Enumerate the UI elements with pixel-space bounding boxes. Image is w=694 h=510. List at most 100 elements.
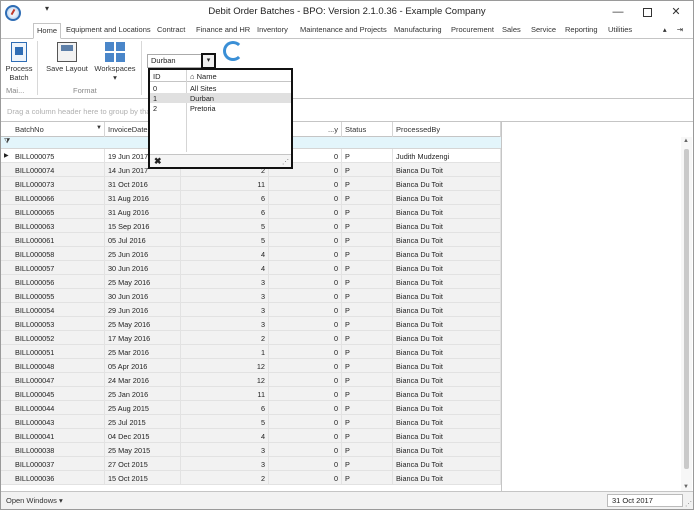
cell-count[interactable]: 3 bbox=[181, 317, 269, 331]
cell-status[interactable]: P bbox=[342, 345, 393, 359]
site-combo-dropdown-button[interactable]: ▾ bbox=[201, 53, 216, 69]
cell-count[interactable]: 2 bbox=[181, 471, 269, 485]
cell-invoicedate[interactable]: 15 Sep 2016 bbox=[105, 219, 181, 233]
table-row[interactable]: BILL000052 17 May 2016 2 0 P Bianca Du Toit bbox=[1, 331, 501, 345]
cell-processedby[interactable]: Bianca Du Toit bbox=[393, 191, 501, 205]
cell-invoicedate[interactable]: 31 Aug 2016 bbox=[105, 205, 181, 219]
cell-batchno[interactable]: BILL000075 bbox=[1, 149, 105, 163]
cell-invoicedate[interactable]: 31 Aug 2016 bbox=[105, 191, 181, 205]
cell-batchno[interactable]: BILL000036 bbox=[1, 471, 105, 485]
cell-status[interactable]: P bbox=[342, 261, 393, 275]
cell-quantity[interactable]: 0 bbox=[269, 401, 342, 415]
cell-count[interactable]: 6 bbox=[181, 401, 269, 415]
cell-processedby[interactable]: Bianca Du Toit bbox=[393, 345, 501, 359]
maximize-button[interactable] bbox=[635, 4, 659, 20]
table-row[interactable]: BILL000053 25 May 2016 3 0 P Bianca Du Toit bbox=[1, 317, 501, 331]
tab-sales[interactable]: Sales bbox=[502, 25, 521, 39]
cell-count[interactable]: 3 bbox=[181, 443, 269, 457]
table-row[interactable]: BILL000073 31 Oct 2016 11 0 P Bianca Du Toit bbox=[1, 177, 501, 191]
table-row[interactable]: BILL000054 29 Jun 2016 3 0 P Bianca Du Toit bbox=[1, 303, 501, 317]
cell-processedby[interactable]: Bianca Du Toit bbox=[393, 219, 501, 233]
popup-column-id[interactable]: ID bbox=[153, 72, 161, 81]
cell-count[interactable]: 4 bbox=[181, 247, 269, 261]
ribbon-collapse-controls[interactable]: ▴ ⇥ bbox=[663, 25, 687, 34]
popup-column-name[interactable]: ⌂ Name bbox=[190, 72, 217, 81]
cell-count[interactable]: 6 bbox=[181, 191, 269, 205]
cell-invoicedate[interactable]: 31 Oct 2016 bbox=[105, 177, 181, 191]
cell-status[interactable]: P bbox=[342, 317, 393, 331]
cell-processedby[interactable]: Bianca Du Toit bbox=[393, 289, 501, 303]
scroll-down-arrow[interactable]: ▼ bbox=[683, 484, 689, 490]
cell-processedby[interactable]: Bianca Du Toit bbox=[393, 429, 501, 443]
table-row[interactable]: BILL000043 25 Jul 2015 5 0 P Bianca Du Toit bbox=[1, 415, 501, 429]
tab-contract[interactable]: Contract bbox=[157, 25, 185, 39]
cell-status[interactable]: P bbox=[342, 471, 393, 485]
cell-quantity[interactable]: 0 bbox=[269, 275, 342, 289]
cell-processedby[interactable]: Bianca Du Toit bbox=[393, 303, 501, 317]
cell-invoicedate[interactable]: 25 May 2016 bbox=[105, 317, 181, 331]
cell-quantity[interactable]: 0 bbox=[269, 191, 342, 205]
table-row[interactable]: BILL000061 05 Jul 2016 5 0 P Bianca Du Toit bbox=[1, 233, 501, 247]
cell-quantity[interactable]: 0 bbox=[269, 443, 342, 457]
cell-status[interactable]: P bbox=[342, 177, 393, 191]
cell-invoicedate[interactable]: 25 Mar 2016 bbox=[105, 345, 181, 359]
cell-count[interactable]: 3 bbox=[181, 457, 269, 471]
cell-processedby[interactable]: Bianca Du Toit bbox=[393, 457, 501, 471]
cell-batchno[interactable]: BILL000053 bbox=[1, 317, 105, 331]
cell-count[interactable]: 6 bbox=[181, 205, 269, 219]
cell-batchno[interactable]: BILL000044 bbox=[1, 401, 105, 415]
cell-status[interactable]: P bbox=[342, 275, 393, 289]
cell-batchno[interactable]: BILL000065 bbox=[1, 205, 105, 219]
open-windows-button[interactable]: Open Windows ▾ bbox=[6, 496, 63, 505]
cell-count[interactable]: 4 bbox=[181, 261, 269, 275]
tab-utilities[interactable]: Utilities bbox=[608, 25, 632, 39]
cell-quantity[interactable]: 0 bbox=[269, 373, 342, 387]
cell-batchno[interactable]: BILL000038 bbox=[1, 443, 105, 457]
cell-processedby[interactable]: Bianca Du Toit bbox=[393, 415, 501, 429]
table-row[interactable]: BILL000044 25 Aug 2015 6 0 P Bianca Du Toit bbox=[1, 401, 501, 415]
cell-invoicedate[interactable]: 04 Dec 2015 bbox=[105, 429, 181, 443]
tab-inventory[interactable]: Inventory bbox=[257, 25, 288, 39]
cell-quantity[interactable]: 0 bbox=[269, 457, 342, 471]
cell-count[interactable]: 3 bbox=[181, 275, 269, 289]
cell-batchno[interactable]: BILL000063 bbox=[1, 219, 105, 233]
table-row[interactable]: BILL000065 31 Aug 2016 6 0 P Bianca Du Toit bbox=[1, 205, 501, 219]
cell-status[interactable]: P bbox=[342, 443, 393, 457]
cell-status[interactable]: P bbox=[342, 219, 393, 233]
cell-quantity[interactable]: 0 bbox=[269, 233, 342, 247]
cell-status[interactable]: P bbox=[342, 359, 393, 373]
cell-quantity[interactable]: 0 bbox=[269, 205, 342, 219]
cell-count[interactable]: 12 bbox=[181, 373, 269, 387]
tab-home[interactable]: Home bbox=[33, 23, 62, 39]
cell-processedby[interactable]: Bianca Du Toit bbox=[393, 373, 501, 387]
column-header-processedby[interactable]: ProcessedBy bbox=[393, 122, 501, 137]
cell-status[interactable]: P bbox=[342, 401, 393, 415]
group-by-panel[interactable]: Drag a column header here to group by th… bbox=[1, 100, 693, 122]
cell-processedby[interactable]: Bianca Du Toit bbox=[393, 317, 501, 331]
cell-count[interactable]: 3 bbox=[181, 303, 269, 317]
column-header-status[interactable]: Status bbox=[342, 122, 393, 137]
cell-invoicedate[interactable]: 05 Apr 2016 bbox=[105, 359, 181, 373]
cell-batchno[interactable]: BILL000061 bbox=[1, 233, 105, 247]
cell-status[interactable]: P bbox=[342, 415, 393, 429]
table-row[interactable]: BILL000041 04 Dec 2015 4 0 P Bianca Du Toit bbox=[1, 429, 501, 443]
cell-processedby[interactable]: Bianca Du Toit bbox=[393, 247, 501, 261]
cell-batchno[interactable]: BILL000066 bbox=[1, 191, 105, 205]
workspaces-button[interactable]: Workspaces ▾ bbox=[93, 42, 137, 82]
filter-icon[interactable]: ⧩ bbox=[4, 138, 10, 146]
cell-count[interactable]: 11 bbox=[181, 387, 269, 401]
table-row[interactable]: BILL000051 25 Mar 2016 1 0 P Bianca Du Toit bbox=[1, 345, 501, 359]
cell-invoicedate[interactable]: 15 Oct 2015 bbox=[105, 471, 181, 485]
cell-status[interactable]: P bbox=[342, 303, 393, 317]
cell-quantity[interactable]: 0 bbox=[269, 289, 342, 303]
cell-status[interactable]: P bbox=[342, 387, 393, 401]
cell-status[interactable]: P bbox=[342, 373, 393, 387]
table-row[interactable]: BILL000045 25 Jan 2016 11 0 P Bianca Du Toit bbox=[1, 387, 501, 401]
tab-maintenance-and-projects[interactable]: Maintenance and Projects bbox=[300, 25, 387, 39]
table-row[interactable]: BILL000036 15 Oct 2015 2 0 P Bianca Du Toit bbox=[1, 471, 501, 485]
cell-processedby[interactable]: Bianca Du Toit bbox=[393, 205, 501, 219]
cell-invoicedate[interactable]: 17 May 2016 bbox=[105, 331, 181, 345]
cell-invoicedate[interactable]: 25 May 2016 bbox=[105, 275, 181, 289]
cell-count[interactable]: 11 bbox=[181, 177, 269, 191]
tab-manufacturing[interactable]: Manufacturing bbox=[394, 25, 442, 39]
